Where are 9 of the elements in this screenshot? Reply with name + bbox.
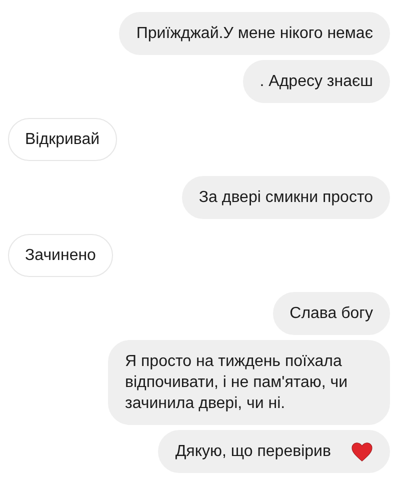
message-text: Я просто на тиждень поїхала відпочивати, і не пам'ятаю, чи зачинила двері, чи ні. (125, 352, 349, 414)
message-text: Зачинено (25, 246, 96, 266)
message-text: Приїжджай.У мене нікого немає (136, 24, 373, 44)
heart-icon (351, 442, 373, 462)
message-text: . Адресу знаєш (260, 72, 373, 92)
message-text: За двері смикни просто (198, 188, 373, 208)
message-text: Слава богу (290, 304, 373, 324)
message-text: Дякую, що перевірив (175, 442, 331, 462)
message-text: Відкривай (25, 130, 100, 150)
